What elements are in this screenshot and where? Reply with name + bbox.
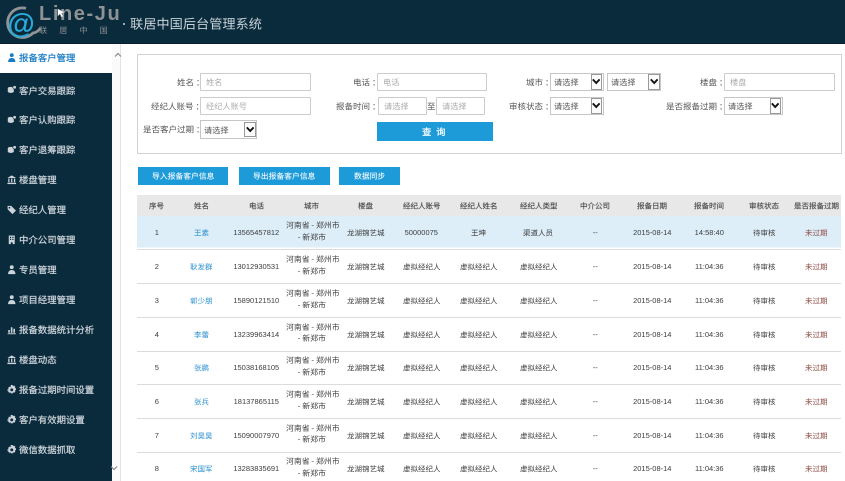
svg-text:@: @	[7, 8, 34, 39]
